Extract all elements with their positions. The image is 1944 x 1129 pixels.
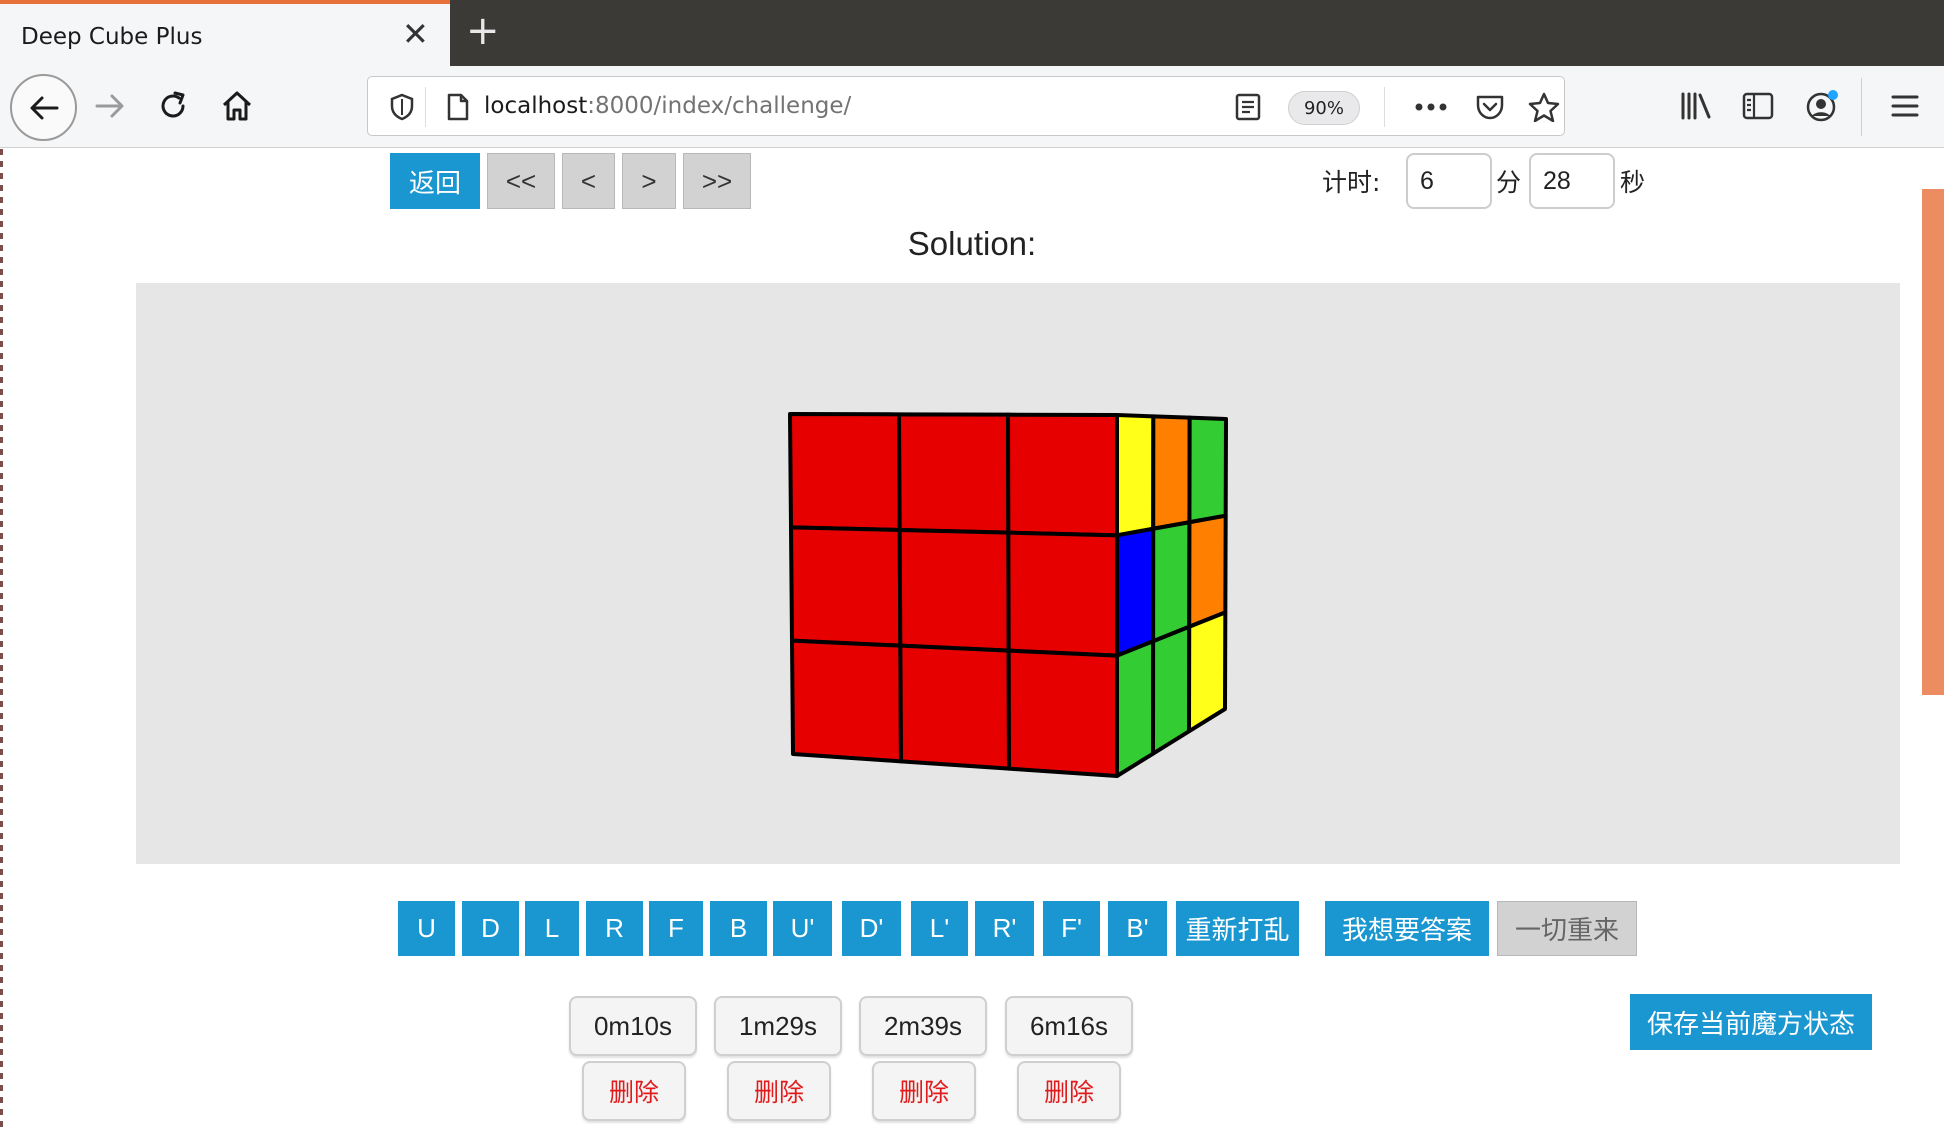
minutes-unit: 分 [1496,168,1522,197]
page-content: 返回 << < > >> 计时: 分 秒 Solution: UDLRFBU'D… [0,149,1944,1129]
url-text[interactable]: localhost:8000/index/challenge/ [484,93,851,119]
front-sticker [898,643,1011,771]
first-step-button[interactable]: << [487,153,555,209]
move-button[interactable]: B' [1108,901,1167,956]
move-button[interactable]: U [398,901,455,956]
move-button[interactable]: R' [975,901,1034,956]
front-sticker [1006,648,1119,778]
cube-viewport[interactable] [136,283,1900,864]
right-sticker [1187,415,1228,525]
delete-time-button[interactable]: 删除 [872,1061,976,1121]
move-button[interactable]: L [525,901,579,956]
front-sticker [1006,412,1119,538]
solution-title: Solution: [907,225,1037,262]
cube-render[interactable] [136,283,1900,864]
right-sticker [1151,414,1192,531]
seconds-input[interactable] [1529,153,1615,209]
front-sticker [788,412,902,532]
move-button[interactable]: D [462,901,519,956]
right-sticker [1115,413,1156,538]
right-sticker [1151,624,1192,756]
front-sticker [789,525,903,648]
zoom-level-badge[interactable]: 90% [1288,91,1360,125]
address-bar[interactable]: localhost:8000/index/challenge/ 90% [367,76,1565,136]
return-button[interactable]: 返回 [390,153,480,209]
browser-toolbar: localhost:8000/index/challenge/ 90% [0,66,1944,148]
right-sticker [1187,513,1228,629]
reload-icon[interactable] [150,80,196,132]
right-sticker [1115,639,1156,778]
delete-time-button[interactable]: 删除 [1017,1061,1121,1121]
home-icon[interactable] [214,80,260,132]
move-button[interactable]: D' [842,901,901,956]
prev-step-button[interactable]: < [562,153,615,209]
window-edge [0,149,3,1129]
browser-tab[interactable]: Deep Cube Plus ✕ [0,0,450,66]
saved-time-button[interactable]: 1m29s [714,996,842,1056]
front-sticker [1006,530,1119,658]
move-button[interactable]: U' [773,901,832,956]
more-actions-icon[interactable] [1406,85,1456,129]
reader-view-icon[interactable] [1226,85,1270,129]
account-icon[interactable] [1796,80,1848,132]
bookmark-star-icon[interactable] [1522,85,1566,129]
hamburger-menu-icon[interactable] [1880,80,1930,132]
new-tab-icon[interactable]: + [466,10,500,52]
right-sticker [1187,610,1228,734]
url-divider [1384,87,1385,127]
move-button[interactable]: F' [1043,901,1100,956]
right-sticker [1151,520,1192,644]
url-path: :8000/index/challenge/ [587,93,852,119]
restart-all-button[interactable]: 一切重来 [1497,901,1637,956]
saved-time-button[interactable]: 2m39s [859,996,987,1056]
minutes-input[interactable] [1406,153,1492,209]
move-button[interactable]: B [710,901,767,956]
next-step-button[interactable]: > [622,153,676,209]
front-sticker [897,528,1011,653]
seconds-unit: 秒 [1620,168,1646,197]
move-button[interactable]: L' [911,901,968,956]
tab-title: Deep Cube Plus [21,24,203,50]
right-sticker [1115,526,1156,658]
delete-time-button[interactable]: 删除 [727,1061,831,1121]
saved-time-button[interactable]: 6m16s [1005,996,1133,1056]
toolbar-divider [1861,78,1862,136]
delete-time-button[interactable]: 删除 [582,1061,686,1121]
scrollbar-thumb[interactable] [1922,189,1944,695]
forward-icon[interactable] [88,80,132,132]
move-button[interactable]: F [649,901,703,956]
front-sticker [790,638,903,764]
page-info-icon[interactable] [436,85,480,129]
cube-right-face [1115,413,1228,778]
timer-label: 计时: [1322,168,1381,197]
sidebar-icon[interactable] [1734,80,1782,132]
save-cube-state-button[interactable]: 保存当前魔方状态 [1630,994,1872,1050]
want-answer-button[interactable]: 我想要答案 [1325,901,1489,956]
url-divider [425,87,426,127]
saved-time-button[interactable]: 0m10s [569,996,697,1056]
move-button[interactable]: R [586,901,643,956]
pocket-icon[interactable] [1468,85,1512,129]
library-icon[interactable] [1672,80,1720,132]
last-step-button[interactable]: >> [683,153,751,209]
rescramble-button[interactable]: 重新打乱 [1176,901,1299,956]
front-sticker [897,412,1011,535]
cube-front-face [788,412,1119,778]
back-icon[interactable] [10,74,77,141]
close-tab-icon[interactable]: ✕ [402,18,429,50]
shield-icon[interactable] [380,85,424,129]
url-host: localhost [484,93,588,119]
tab-bar: Deep Cube Plus ✕ + [0,0,1944,66]
